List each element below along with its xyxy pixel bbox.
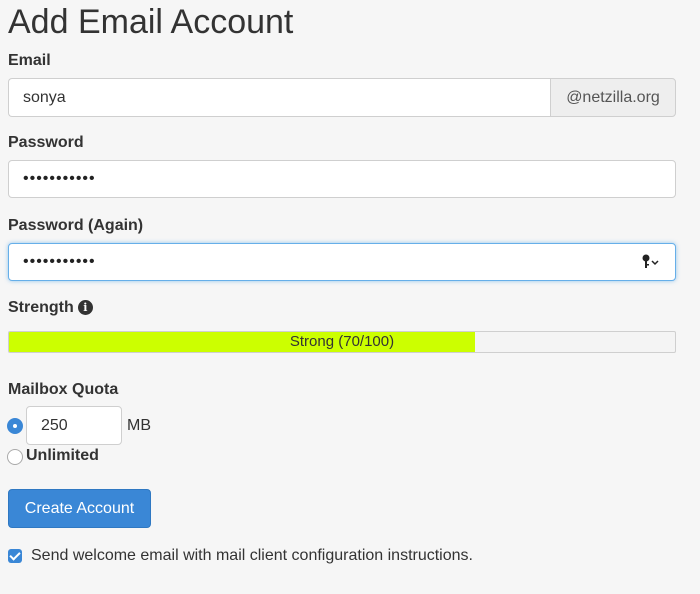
quota-limited-radio[interactable] <box>7 418 23 434</box>
quota-unlimited-label[interactable]: Unlimited <box>26 447 99 465</box>
email-input-group: sonya @netzilla.org <box>8 78 676 117</box>
welcome-email-label[interactable]: Send welcome email with mail client conf… <box>31 547 473 565</box>
password-again-label: Password (Again) <box>8 217 144 234</box>
password-again-input[interactable]: ••••••••••• <box>8 243 676 281</box>
key-icon[interactable] <box>641 253 659 274</box>
create-account-button[interactable]: Create Account <box>8 489 151 528</box>
email-input[interactable]: sonya <box>8 78 550 117</box>
password-again-value: ••••••••••• <box>23 253 96 270</box>
password-label: Password <box>8 134 84 151</box>
strength-label-row: Strength i <box>8 299 93 317</box>
password-value: ••••••••••• <box>23 170 96 187</box>
quota-unlimited-radio[interactable] <box>7 449 23 465</box>
quota-input[interactable]: 250 <box>26 406 122 445</box>
quota-label: Mailbox Quota <box>8 381 119 398</box>
info-icon[interactable]: i <box>77 300 93 315</box>
page-title: Add Email Account <box>8 3 294 41</box>
password-input[interactable]: ••••••••••• <box>8 160 676 198</box>
strength-meter: Strong (70/100) <box>8 331 676 353</box>
email-domain: @netzilla.org <box>550 78 676 117</box>
strength-label: Strength <box>8 299 74 316</box>
email-label: Email <box>8 52 51 69</box>
strength-text: Strong (70/100) <box>289 333 395 350</box>
quota-unit: MB <box>127 417 151 434</box>
welcome-email-checkbox[interactable] <box>8 549 22 563</box>
